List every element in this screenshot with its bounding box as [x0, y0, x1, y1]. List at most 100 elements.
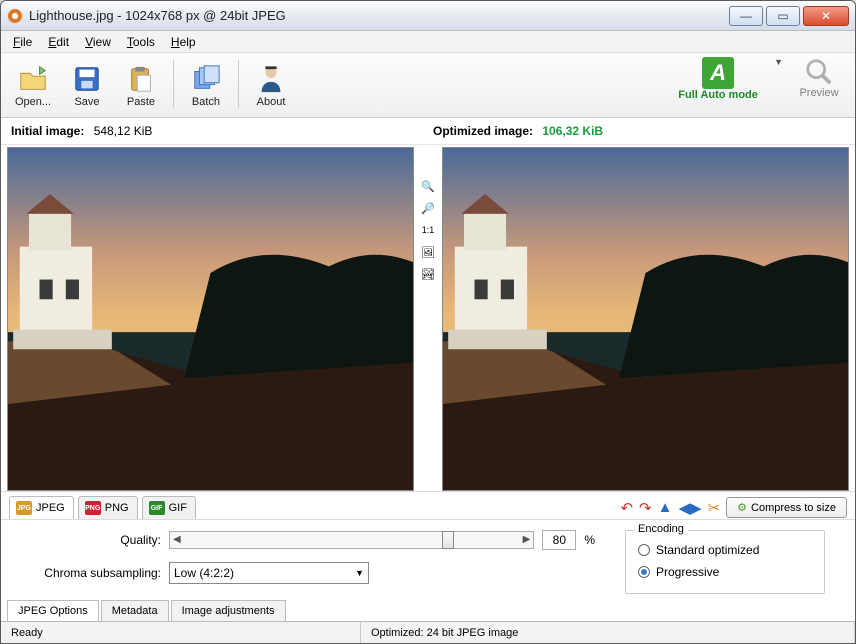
gif-badge-icon: GIF: [149, 501, 165, 515]
flip-vertical-icon[interactable]: ▲: [658, 499, 673, 516]
menu-help[interactable]: Help: [165, 33, 202, 51]
tab-png-label: PNG: [105, 502, 129, 514]
chroma-subsampling-select[interactable]: Low (4:2:2) ▼: [169, 562, 369, 584]
magnifier-icon: [803, 57, 835, 87]
initial-size-label: Initial image:: [11, 124, 84, 138]
slider-right-arrow-icon[interactable]: ▶: [523, 534, 531, 545]
zoom-in-icon[interactable]: 🔍: [418, 177, 438, 195]
encoding-legend: Encoding: [634, 523, 688, 535]
person-icon: [255, 64, 287, 94]
status-ready: Ready: [1, 622, 361, 643]
flip-horizontal-icon[interactable]: ◀▶: [678, 499, 701, 517]
initial-image-pane[interactable]: [7, 147, 414, 491]
encoding-standard-radio[interactable]: Standard optimized: [638, 539, 812, 561]
menu-file[interactable]: File: [7, 33, 38, 51]
about-label: About: [257, 96, 286, 108]
tab-metadata[interactable]: Metadata: [101, 600, 169, 621]
quality-label: Quality:: [31, 533, 161, 547]
auto-mode-dropdown[interactable]: ▼: [768, 57, 789, 67]
statusbar: Ready Optimized: 24 bit JPEG image: [1, 621, 855, 643]
rotate-cw-icon[interactable]: ↷: [639, 499, 652, 517]
app-window: Lighthouse.jpg - 1024x768 px @ 24bit JPE…: [0, 0, 856, 644]
tab-png[interactable]: PNG PNG: [78, 496, 138, 519]
optimized-image-pane[interactable]: [442, 147, 849, 491]
lighthouse-image: [8, 148, 413, 490]
chevron-down-icon: ▼: [355, 568, 364, 578]
batch-label: Batch: [192, 96, 220, 108]
fit-width-icon[interactable]: 🏞: [418, 265, 438, 283]
batch-button[interactable]: Batch: [180, 57, 232, 111]
menu-tools[interactable]: Tools: [121, 33, 161, 51]
radio-icon: [638, 544, 650, 556]
quality-slider[interactable]: ◀ ▶: [169, 531, 534, 549]
fit-window-icon[interactable]: 🖼: [418, 243, 438, 261]
zoom-actual-button[interactable]: 1:1: [418, 221, 438, 239]
transform-tools: ↶ ↷ ▲ ◀▶ ✂: [620, 499, 720, 517]
tab-jpeg-label: JPEG: [36, 502, 65, 514]
tab-jpeg[interactable]: JPG JPEG: [9, 496, 74, 519]
minimize-button[interactable]: —: [729, 6, 763, 26]
paste-button[interactable]: Paste: [115, 57, 167, 111]
toolbar-divider-2: [238, 60, 239, 108]
tab-jpeg-options[interactable]: JPEG Options: [7, 600, 99, 621]
open-label: Open...: [15, 96, 51, 108]
batch-icon: [190, 64, 222, 94]
tab-image-adjustments[interactable]: Image adjustments: [171, 600, 286, 621]
zoom-tools: 🔍 🔎 1:1 🖼 🏞: [414, 147, 442, 491]
maximize-button[interactable]: ▭: [766, 6, 800, 26]
save-label: Save: [74, 96, 99, 108]
png-badge-icon: PNG: [85, 501, 101, 515]
compress-label: Compress to size: [751, 502, 836, 514]
chroma-label: Chroma subsampling:: [31, 566, 161, 580]
chroma-value: Low (4:2:2): [174, 566, 234, 580]
lighthouse-image-optimized: [443, 148, 848, 490]
menu-edit[interactable]: Edit: [42, 33, 75, 51]
save-icon: [71, 64, 103, 94]
app-icon: [7, 8, 23, 24]
slider-thumb[interactable]: [442, 531, 454, 549]
encoding-progressive-label: Progressive: [656, 565, 719, 579]
format-bar: JPG JPEG PNG PNG GIF GIF ↶ ↷ ▲ ◀▶ ✂ ⚙ Co…: [1, 491, 855, 519]
bottom-tabs: JPEG Options Metadata Image adjustments: [1, 598, 855, 621]
preview-area: 🔍 🔎 1:1 🖼 🏞: [1, 145, 855, 491]
optimized-size-label: Optimized image:: [433, 124, 533, 138]
percent-label: %: [584, 533, 595, 547]
radio-checked-icon: [638, 566, 650, 578]
titlebar[interactable]: Lighthouse.jpg - 1024x768 px @ 24bit JPE…: [1, 1, 855, 31]
compress-to-size-button[interactable]: ⚙ Compress to size: [726, 497, 847, 518]
open-button[interactable]: Open...: [7, 57, 59, 111]
encoding-progressive-radio[interactable]: Progressive: [638, 561, 812, 583]
rotate-ccw-icon[interactable]: ↶: [620, 499, 633, 517]
toolbar: Open... Save Paste Batch About A Full: [1, 53, 855, 118]
slider-left-arrow-icon[interactable]: ◀: [173, 534, 181, 545]
initial-size-value: 548,12 KiB: [94, 124, 153, 138]
status-optimized: Optimized: 24 bit JPEG image: [361, 622, 855, 643]
jpeg-badge-icon: JPG: [16, 501, 32, 515]
tab-gif[interactable]: GIF GIF: [142, 496, 196, 519]
zoom-out-icon[interactable]: 🔎: [418, 199, 438, 217]
quality-input[interactable]: [542, 530, 576, 550]
encoding-group: Encoding Standard optimized Progressive: [625, 530, 825, 594]
preview-button[interactable]: Preview: [789, 57, 849, 99]
paste-icon: [125, 64, 157, 94]
crop-icon[interactable]: ✂: [708, 499, 721, 517]
auto-mode-icon: A: [702, 57, 734, 89]
optimized-size-value: 106,32 KiB: [542, 124, 603, 138]
menubar: File Edit View Tools Help: [1, 31, 855, 53]
window-title: Lighthouse.jpg - 1024x768 px @ 24bit JPE…: [29, 8, 726, 23]
gear-icon: ⚙: [737, 501, 747, 514]
full-auto-mode-button[interactable]: A Full Auto mode: [668, 57, 768, 101]
size-info-bar: Initial image: 548,12 KiB Optimized imag…: [1, 118, 855, 145]
menu-view[interactable]: View: [79, 33, 117, 51]
save-button[interactable]: Save: [61, 57, 113, 111]
about-button[interactable]: About: [245, 57, 297, 111]
toolbar-divider: [173, 60, 174, 108]
paste-label: Paste: [127, 96, 155, 108]
folder-open-icon: [17, 64, 49, 94]
tab-gif-label: GIF: [169, 502, 187, 514]
close-button[interactable]: ✕: [803, 6, 849, 26]
jpeg-options-panel: Quality: ◀ ▶ % Chroma subsampling: Low (…: [1, 519, 855, 598]
auto-label: Full Auto mode: [678, 89, 758, 101]
preview-label: Preview: [799, 87, 838, 99]
encoding-standard-label: Standard optimized: [656, 543, 759, 557]
